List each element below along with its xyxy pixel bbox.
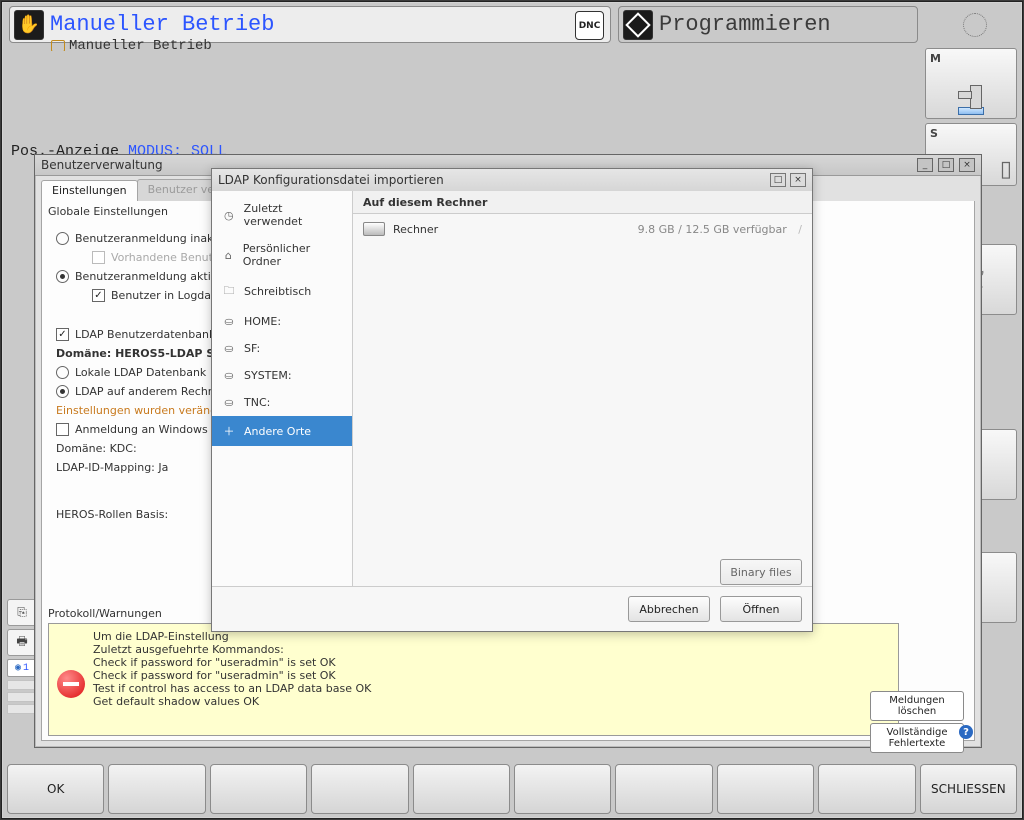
row-slash: / xyxy=(798,223,802,236)
tab-settings[interactable]: Einstellungen xyxy=(41,180,138,202)
left-mini-toolbar: ⎘ 🖶 ◉ 1 xyxy=(7,599,35,716)
radio-login-active[interactable] xyxy=(56,270,69,283)
file-dialog-body: ◷ Zuletzt verwendet ⌂ Persönlicher Ordne… xyxy=(212,191,812,587)
machine-icon xyxy=(954,85,988,115)
place-recent[interactable]: ◷ Zuletzt verwendet xyxy=(212,195,352,235)
checkbox-win-logon[interactable] xyxy=(56,423,69,436)
drive-icon: ⛀ xyxy=(222,315,236,328)
file-browser: Auf diesem Rechner Rechner 9.8 GB / 12.5… xyxy=(353,191,812,587)
place-home[interactable]: ⌂ Persönlicher Ordner xyxy=(212,235,352,275)
top-bar: ✋ Manueller Betrieb DNC Manueller Betrie… xyxy=(9,6,1015,43)
place-TNC[interactable]: ⛀ TNC: xyxy=(212,389,352,416)
file-dialog: LDAP Konfigurationsdatei importieren □ ×… xyxy=(211,168,813,632)
mode-title: Manueller Betrieb xyxy=(50,12,274,37)
btn-clear-messages[interactable]: Meldungen löschen xyxy=(870,691,964,721)
place-desktop[interactable]: 🗀 Schreibtisch xyxy=(212,275,352,308)
checkbox-ldap-db[interactable] xyxy=(56,328,69,341)
mini-strip-1 xyxy=(7,680,35,690)
rsb-m-button[interactable]: M xyxy=(925,48,1017,119)
row-name: Rechner xyxy=(393,223,438,236)
drive-icon: ⛀ xyxy=(222,396,236,409)
softkey-2[interactable] xyxy=(210,764,307,814)
radio-local-ldap[interactable] xyxy=(56,366,69,379)
radio-other-ldap[interactable] xyxy=(56,385,69,398)
minimize-icon[interactable]: _ xyxy=(917,158,933,172)
softkey-7[interactable] xyxy=(717,764,814,814)
place-other[interactable]: ＋ Andere Orte xyxy=(212,416,352,446)
folder-icon: 🗀 xyxy=(222,282,236,301)
mini-strip-3 xyxy=(7,704,35,714)
mini-blue-label[interactable]: ◉ 1 xyxy=(7,659,37,677)
mini-btn-1[interactable]: ⎘ xyxy=(7,599,37,626)
softkey-6[interactable] xyxy=(615,764,712,814)
close-icon[interactable]: × xyxy=(959,158,975,172)
hand-icon: ✋ xyxy=(14,10,44,40)
user-mgmt-title: Benutzerverwaltung xyxy=(41,158,163,172)
place-SYSTEM[interactable]: ⛀ SYSTEM: xyxy=(212,362,352,389)
mini-strip-2 xyxy=(7,692,35,702)
place-HOME[interactable]: ⛀ HOME: xyxy=(212,308,352,335)
help-icon[interactable]: ? xyxy=(959,725,973,739)
btn-full-errortext[interactable]: Vollständige Fehlertexte xyxy=(870,723,964,753)
softkey-row: OK SCHLIESSEN xyxy=(7,764,1017,814)
mini-btn-2[interactable]: 🖶 xyxy=(7,629,37,656)
scale-icon: ▯ xyxy=(1000,157,1012,182)
home-icon: ⌂ xyxy=(222,249,235,262)
softkey-1[interactable] xyxy=(108,764,205,814)
plus-icon: ＋ xyxy=(222,423,236,439)
row-info: 9.8 GB / 12.5 GB verfügbar xyxy=(638,223,787,236)
maximize-icon[interactable]: □ xyxy=(770,173,786,187)
filter-dropdown[interactable]: Binary files xyxy=(720,559,802,585)
clock-icon: ◷ xyxy=(222,209,236,222)
softkey-0[interactable]: OK xyxy=(7,764,104,814)
drive-icon: ⛀ xyxy=(222,342,236,355)
browser-header: Auf diesem Rechner xyxy=(353,191,812,214)
file-dialog-title: LDAP Konfigurationsdatei importieren xyxy=(218,173,444,187)
place-SF[interactable]: ⛀ SF: xyxy=(212,335,352,362)
places-sidebar: ◷ Zuletzt verwendet ⌂ Persönlicher Ordne… xyxy=(212,191,353,587)
program-icon xyxy=(623,10,653,40)
softkey-9[interactable]: SCHLIESSEN xyxy=(920,764,1017,814)
file-dialog-titlebar[interactable]: LDAP Konfigurationsdatei importieren □ × xyxy=(212,169,812,192)
file-dialog-footer: Abbrechen Öffnen xyxy=(212,586,812,631)
protocol-box: Um die LDAP-Einstellung Zuletzt ausgefue… xyxy=(48,623,899,736)
clock-icon xyxy=(963,13,987,37)
checkbox-keep-users xyxy=(92,251,105,264)
maximize-icon[interactable]: □ xyxy=(938,158,954,172)
radio-login-inactive[interactable] xyxy=(56,232,69,245)
file-dialog-window-buttons: □ × xyxy=(770,173,806,187)
softkey-8[interactable] xyxy=(818,764,915,814)
checkbox-log-users[interactable] xyxy=(92,289,105,302)
browser-row-computer[interactable]: Rechner 9.8 GB / 12.5 GB verfügbar / xyxy=(353,214,812,244)
protocol-text: Um die LDAP-Einstellung Zuletzt ausgefue… xyxy=(93,630,371,729)
computer-icon xyxy=(363,222,385,236)
softkey-3[interactable] xyxy=(311,764,408,814)
mode-box-right[interactable]: Programmieren xyxy=(618,6,918,43)
softkey-5[interactable] xyxy=(514,764,611,814)
mode-title-right: Programmieren xyxy=(659,12,831,37)
drive-icon: ⛀ xyxy=(222,369,236,382)
cancel-button[interactable]: Abbrechen xyxy=(628,596,710,622)
error-icon xyxy=(57,670,85,698)
close-icon[interactable]: × xyxy=(790,173,806,187)
softkey-4[interactable] xyxy=(413,764,510,814)
open-button[interactable]: Öffnen xyxy=(720,596,802,622)
dnc-badge[interactable]: DNC xyxy=(575,11,604,40)
window-buttons: _ □ × xyxy=(917,158,975,172)
